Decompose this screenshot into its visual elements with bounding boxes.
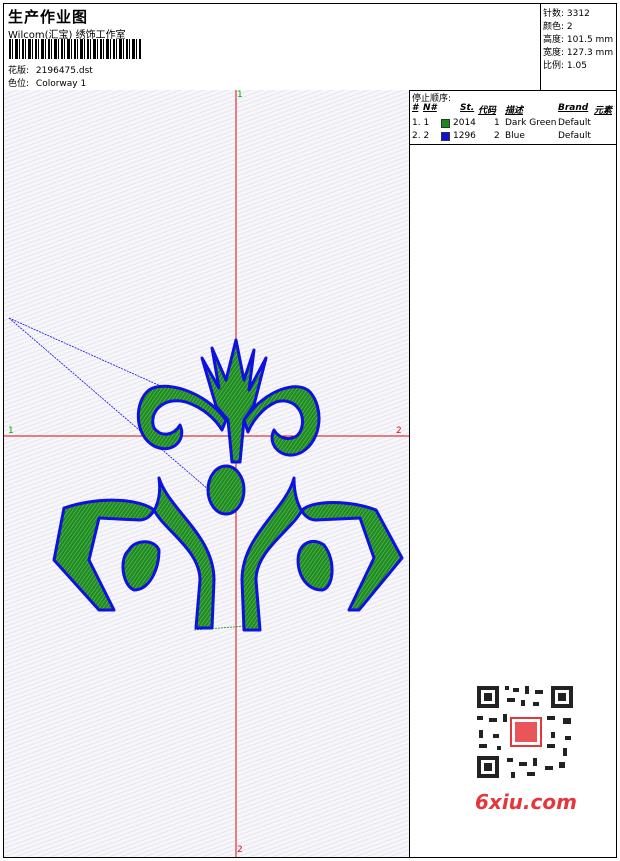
colorway-value: Colorway 1 [35,79,87,89]
color-swatch [441,132,450,141]
scale-row: 比例: 1.05 [543,61,587,71]
row-index: 2. 2 [412,131,430,141]
stitches-value: 3312 [566,9,590,19]
barcode [9,39,142,59]
left-leaf [121,540,161,592]
stitches-row: 针数: 3312 [543,9,590,19]
row-stitches: 1296 [453,131,476,141]
watermark: 6xiu.com [475,790,577,814]
design-value: 2196475.dst [35,66,93,76]
header-block: 生产作业图 Wilcom(汇宝) 绣饰工作室 花版: 2196475.dst 色… [4,4,616,91]
row-stitches: 2014 [453,118,476,128]
colorway-row: 色位: Colorway 1 [8,76,86,89]
col-header-stitches: St. [460,103,475,113]
col-header-index: # [412,103,419,113]
height-value: 101.5 mm [566,35,614,45]
row-brand: Default [558,131,591,141]
design-canvas: 1 1 2 2 [4,90,410,857]
row-code: 1 [494,118,500,128]
row-desc: Blue [505,131,525,141]
axis-label-right: 2 [396,426,402,436]
design-info-box: 针数: 3312 颜色: 2 高度: 101.5 mm 宽度: 127.3 mm… [540,4,617,90]
embroidery-motif [52,338,404,632]
divider [410,144,616,145]
colorway-label: 色位: [8,79,30,89]
scale-value: 1.05 [566,61,587,71]
design-row: 花版: 2196475.dst [8,63,93,76]
width-row: 宽度: 127.3 mm [543,48,614,58]
col-header-code: 代码 [478,106,497,116]
height-row: 高度: 101.5 mm [543,35,614,45]
row-desc: Dark Green [505,118,557,128]
axis-label-left: 1 [8,426,14,436]
width-value: 127.3 mm [566,48,614,58]
jump-stitch [8,317,210,491]
color-swatch [441,119,450,128]
embroidery-drawing [4,90,409,857]
axis-label-bottom: 2 [237,845,243,855]
center-crown [200,338,268,464]
axis-label-top: 1 [237,90,243,100]
center-bulb [206,464,246,516]
design-label: 花版: [8,66,30,76]
page-title: 生产作业图 [8,8,89,26]
col-header-element: 元素 [594,106,613,116]
colors-value: 2 [566,22,573,32]
col-header-desc: 描述 [505,106,524,116]
row-index: 1. 1 [412,118,430,128]
row-brand: Default [558,118,591,128]
col-header-number: N# [423,103,437,113]
col-header-brand: Brand [558,103,589,113]
colors-row: 颜色: 2 [543,22,573,32]
right-leaf [296,539,334,592]
row-code: 2 [494,131,500,141]
